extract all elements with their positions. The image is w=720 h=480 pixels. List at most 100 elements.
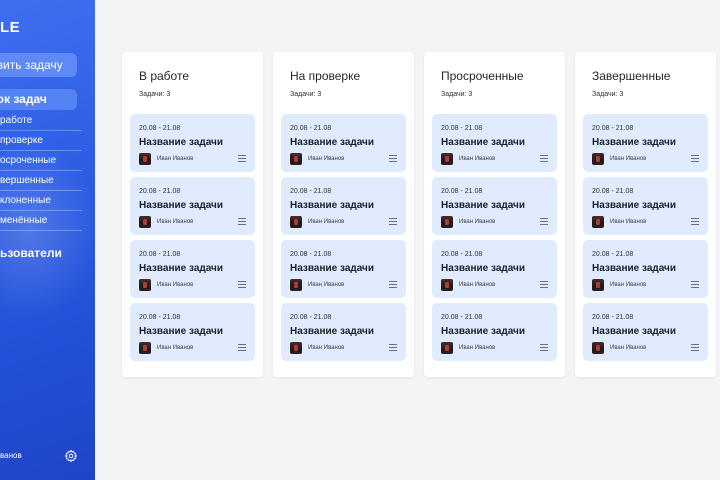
column-title: Просроченные	[441, 69, 524, 83]
task-assignee: Иван Иванов	[459, 345, 496, 351]
column-task-count: Задачи: 3	[290, 91, 322, 98]
menu-icon[interactable]	[540, 155, 548, 162]
task-assignee: Иван Иванов	[610, 282, 647, 288]
task-date-range: 20.08 - 21.08	[139, 251, 181, 258]
menu-icon[interactable]	[389, 155, 397, 162]
task-date-range: 20.08 - 21.08	[290, 188, 332, 195]
task-title: Название задачи	[139, 200, 223, 211]
menu-icon[interactable]	[540, 218, 548, 225]
task-card[interactable]: 20.08 - 21.08 Название задачи Иван Ивано…	[432, 240, 557, 298]
task-assignee: Иван Иванов	[459, 156, 496, 162]
task-assignee: Иван Иванов	[157, 219, 194, 225]
task-title: Название задачи	[290, 263, 374, 274]
task-title: Название задачи	[290, 137, 374, 148]
add-task-button[interactable]: авить задачу	[0, 53, 77, 77]
avatar	[441, 342, 453, 354]
task-assignee: Иван Иванов	[308, 345, 345, 351]
task-title: Название задачи	[139, 326, 223, 337]
avatar	[139, 153, 151, 165]
task-title: Название задачи	[441, 326, 525, 337]
task-assignee: Иван Иванов	[308, 219, 345, 225]
task-title: Название задачи	[592, 263, 676, 274]
sidebar-item-changed[interactable]: менённые	[0, 211, 82, 231]
task-date-range: 20.08 - 21.08	[592, 251, 634, 258]
avatar	[592, 342, 604, 354]
task-date-range: 20.08 - 21.08	[592, 125, 634, 132]
menu-icon[interactable]	[691, 155, 699, 162]
column-title: Завершенные	[592, 69, 671, 83]
task-card[interactable]: 20.08 - 21.08 Название задачи Иван Ивано…	[130, 240, 255, 298]
task-date-range: 20.08 - 21.08	[592, 314, 634, 321]
avatar	[441, 279, 453, 291]
sidebar-item-in-progress[interactable]: работе	[0, 111, 82, 131]
column-task-count: Задачи: 3	[139, 91, 171, 98]
task-card[interactable]: 20.08 - 21.08 Название задачи Иван Ивано…	[583, 303, 708, 361]
app-logo[interactable]: LE	[0, 19, 20, 36]
task-card[interactable]: 20.08 - 21.08 Название задачи Иван Ивано…	[432, 114, 557, 172]
task-card[interactable]: 20.08 - 21.08 Название задачи Иван Ивано…	[583, 177, 708, 235]
menu-icon[interactable]	[238, 218, 246, 225]
task-card[interactable]: 20.08 - 21.08 Название задачи Иван Ивано…	[583, 114, 708, 172]
task-card[interactable]: 20.08 - 21.08 Название задачи Иван Ивано…	[130, 303, 255, 361]
menu-icon[interactable]	[238, 155, 246, 162]
task-date-range: 20.08 - 21.08	[592, 188, 634, 195]
sidebar-item-completed[interactable]: вершенные	[0, 171, 82, 191]
column-title: В работе	[139, 69, 190, 83]
task-title: Название задачи	[592, 326, 676, 337]
task-card[interactable]: 20.08 - 21.08 Название задачи Иван Ивано…	[432, 303, 557, 361]
menu-icon[interactable]	[389, 344, 397, 351]
task-assignee: Иван Иванов	[157, 345, 194, 351]
column-title: На проверке	[290, 69, 361, 83]
menu-icon[interactable]	[238, 344, 246, 351]
menu-icon[interactable]	[691, 281, 699, 288]
avatar	[592, 279, 604, 291]
gear-icon[interactable]	[64, 449, 78, 463]
task-title: Название задачи	[139, 137, 223, 148]
task-assignee: Иван Иванов	[157, 282, 194, 288]
task-assignee: Иван Иванов	[610, 156, 647, 162]
menu-icon[interactable]	[238, 281, 246, 288]
avatar	[592, 216, 604, 228]
column-overdue: Просроченные Задачи: 3 20.08 - 21.08 Наз…	[424, 52, 565, 377]
task-assignee: Иван Иванов	[459, 282, 496, 288]
avatar	[139, 216, 151, 228]
task-card[interactable]: 20.08 - 21.08 Название задачи Иван Ивано…	[130, 177, 255, 235]
task-date-range: 20.08 - 21.08	[290, 251, 332, 258]
avatar	[139, 279, 151, 291]
column-in-progress: В работе Задачи: 3 20.08 - 21.08 Названи…	[122, 52, 263, 377]
task-card[interactable]: 20.08 - 21.08 Название задачи Иван Ивано…	[281, 177, 406, 235]
task-title: Название задачи	[290, 326, 374, 337]
avatar	[592, 153, 604, 165]
avatar	[290, 216, 302, 228]
task-list-nav-header[interactable]: сок задач	[0, 89, 77, 110]
sidebar-item-overdue[interactable]: осроченные	[0, 151, 82, 171]
menu-icon[interactable]	[389, 281, 397, 288]
task-card[interactable]: 20.08 - 21.08 Название задачи Иван Ивано…	[281, 240, 406, 298]
menu-icon[interactable]	[540, 281, 548, 288]
task-status-nav: работе проверке осроченные вершенные кло…	[0, 111, 82, 231]
task-assignee: Иван Иванов	[308, 156, 345, 162]
task-title: Название задачи	[592, 200, 676, 211]
task-title: Название задачи	[441, 137, 525, 148]
task-card[interactable]: 20.08 - 21.08 Название задачи Иван Ивано…	[432, 177, 557, 235]
task-assignee: Иван Иванов	[610, 219, 647, 225]
task-card[interactable]: 20.08 - 21.08 Название задачи Иван Ивано…	[281, 303, 406, 361]
menu-icon[interactable]	[540, 344, 548, 351]
sidebar-item-rejected[interactable]: клоненные	[0, 191, 82, 211]
task-date-range: 20.08 - 21.08	[290, 125, 332, 132]
task-date-range: 20.08 - 21.08	[441, 314, 483, 321]
menu-icon[interactable]	[691, 344, 699, 351]
task-title: Название задачи	[290, 200, 374, 211]
sidebar-item-users[interactable]: ьзователи	[0, 246, 62, 260]
menu-icon[interactable]	[389, 218, 397, 225]
avatar	[441, 153, 453, 165]
task-date-range: 20.08 - 21.08	[139, 125, 181, 132]
task-assignee: Иван Иванов	[610, 345, 647, 351]
avatar	[139, 342, 151, 354]
task-card[interactable]: 20.08 - 21.08 Название задачи Иван Ивано…	[281, 114, 406, 172]
menu-icon[interactable]	[691, 218, 699, 225]
task-card[interactable]: 20.08 - 21.08 Название задачи Иван Ивано…	[583, 240, 708, 298]
task-card[interactable]: 20.08 - 21.08 Название задачи Иван Ивано…	[130, 114, 255, 172]
avatar	[441, 216, 453, 228]
sidebar-item-review[interactable]: проверке	[0, 131, 82, 151]
